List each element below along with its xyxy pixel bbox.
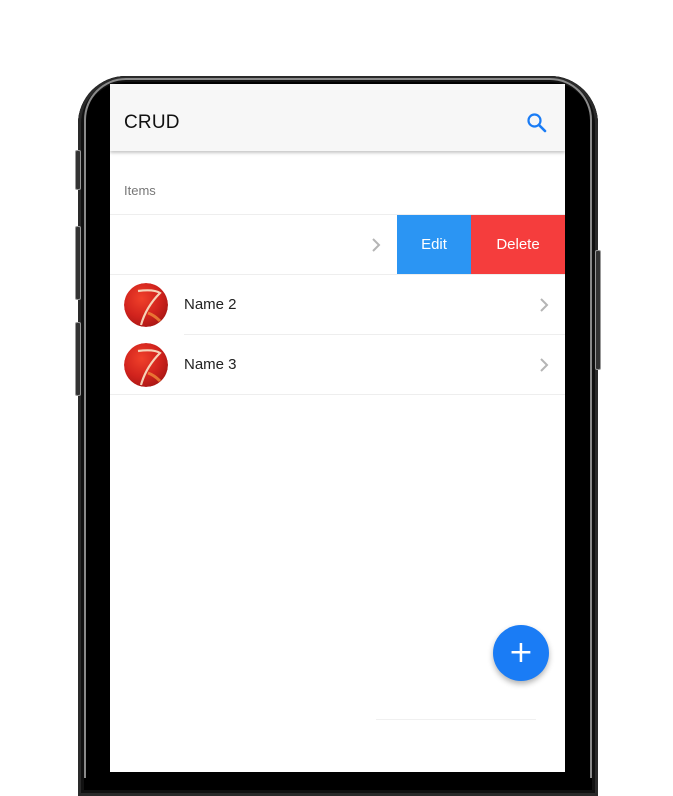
add-item-button[interactable]: + (493, 625, 549, 681)
app-screen: CRUD Items Edit Delete Name 2 Name 3 + (110, 84, 565, 772)
plus-icon: + (508, 635, 534, 670)
edit-button-label: Edit (421, 236, 447, 253)
delete-button-label: Delete (496, 236, 540, 253)
mute-switch (75, 150, 81, 190)
volume-up-button (75, 226, 81, 300)
page-title: CRUD (124, 112, 180, 133)
app-toolbar: CRUD (110, 84, 565, 151)
list-item-label: Name 3 (184, 356, 237, 373)
divider (110, 394, 565, 395)
power-button (595, 250, 601, 370)
search-button[interactable] (525, 111, 549, 135)
chevron-right-icon (372, 238, 381, 252)
list-item-label: Name 2 (184, 296, 237, 313)
delete-button[interactable]: Delete (471, 215, 565, 274)
edit-button[interactable]: Edit (397, 215, 471, 274)
chevron-right-icon (540, 358, 549, 372)
list-header: Items (124, 183, 156, 198)
home-indicator-line (376, 719, 536, 720)
list-item[interactable]: Name 2 (110, 275, 565, 334)
list-item[interactable]: Name 3 (110, 335, 565, 394)
avatar (124, 283, 168, 327)
search-icon (527, 113, 547, 133)
chevron-right-icon (540, 298, 549, 312)
volume-down-button (75, 322, 81, 396)
avatar (124, 343, 168, 387)
